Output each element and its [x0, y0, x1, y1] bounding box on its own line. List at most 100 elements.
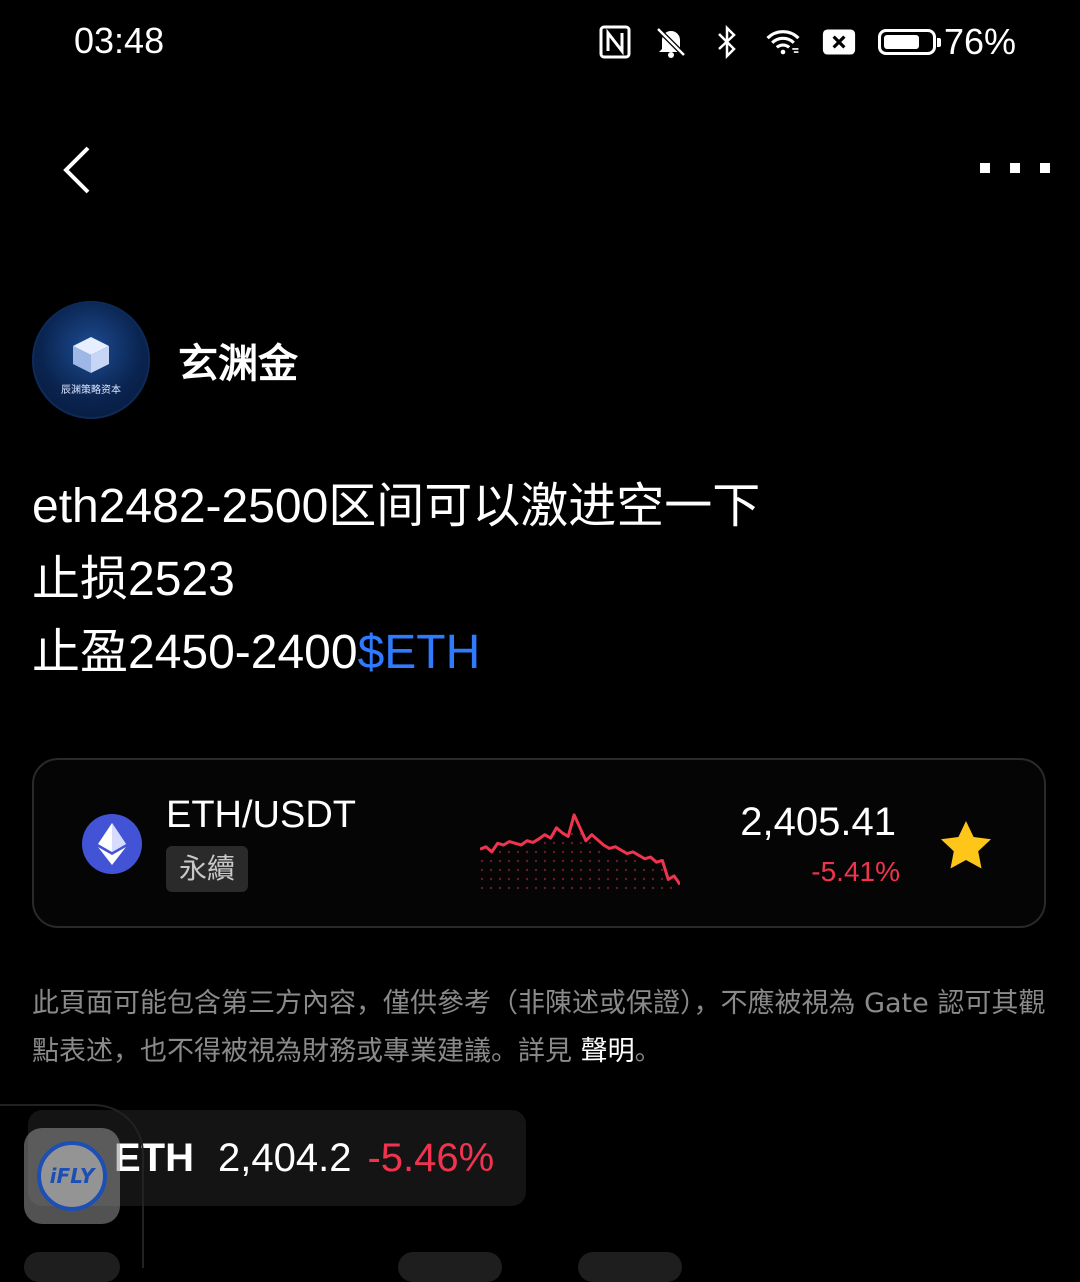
sparkline-fill-dot: [660, 877, 664, 881]
sparkline-fill-dot: [552, 868, 556, 872]
post-line-text: 止盈2450-2400: [32, 626, 358, 679]
sparkline-fill-dot: [498, 868, 502, 872]
sparkline-fill-dot: [516, 886, 520, 890]
disclaimer-link[interactable]: 聲明: [581, 1036, 635, 1067]
sparkline-fill-dot: [480, 868, 484, 872]
battery-percent: 76%: [943, 21, 1016, 62]
bluetooth-icon: [710, 25, 744, 59]
sparkline-fill-dot: [489, 868, 493, 872]
sparkline-fill-dot: [624, 877, 628, 881]
post-line: 止盈2450-2400$ETH: [32, 616, 1052, 689]
sparkline-fill-dot: [651, 877, 655, 881]
disclaimer-text: 此頁面可能包含第三方內容，僅供參考（非陳述或保證），不應被視為 Gate 認可其…: [32, 988, 1046, 1067]
sparkline-fill-dot: [615, 859, 619, 863]
sparkline-fill-dot: [669, 886, 673, 890]
sparkline-fill-dot: [516, 868, 520, 872]
sparkline-fill-dot: [561, 886, 565, 890]
avatar[interactable]: 辰渊策略资本: [32, 301, 150, 419]
sparkline-fill-dot: [561, 877, 565, 881]
sparkline-fill-dot: [507, 877, 511, 881]
sparkline-fill-dot: [606, 868, 610, 872]
sparkline-fill-dot: [579, 850, 583, 854]
market-change: -5.41%: [811, 856, 900, 887]
sparkline-fill-dot: [579, 841, 583, 845]
sparkline-fill-dot: [651, 868, 655, 872]
sparkline-fill-dot: [615, 877, 619, 881]
sparkline-fill-dot: [498, 859, 502, 863]
sparkline-fill-dot: [633, 886, 637, 890]
sparkline-fill-dot: [624, 886, 628, 890]
back-button[interactable]: [50, 140, 110, 200]
eth-tag-link[interactable]: $ETH: [358, 626, 481, 679]
author-name[interactable]: 玄渊金: [178, 331, 298, 389]
sparkline-fill-dot: [534, 877, 538, 881]
ifly-floating-button[interactable]: iFLY: [24, 1128, 120, 1224]
more-button[interactable]: [980, 148, 1050, 188]
sparkline-fill-dot: [642, 886, 646, 890]
market-price: 2,405.41: [740, 800, 896, 844]
sparkline-fill-dot: [606, 859, 610, 863]
cube-logo-icon: [73, 337, 109, 373]
sparkline-fill-dot: [516, 850, 520, 854]
sparkline-fill-dot: [552, 850, 556, 854]
sparkline-fill-dot: [570, 841, 574, 845]
sparkline-fill-dot: [561, 841, 565, 845]
sparkline-fill-dot: [597, 850, 601, 854]
sparkline-fill-dot: [579, 868, 583, 872]
sparkline-fill-dot: [507, 868, 511, 872]
perpetual-badge: 永續: [166, 846, 249, 892]
avatar-text: 辰渊策略资本: [61, 385, 121, 396]
sparkline-fill-dot: [660, 868, 664, 872]
sparkline-fill-dot: [507, 850, 511, 854]
sparkline-fill-dot: [534, 868, 538, 872]
post-body: eth2482-2500区间可以激进空一下 止损2523 止盈2450-2400…: [32, 470, 1052, 689]
sparkline-fill-dot: [633, 859, 637, 863]
sparkline-fill-dot: [642, 868, 646, 872]
sparkline-fill-dot: [561, 859, 565, 863]
sparkline-fill-dot: [489, 877, 493, 881]
ticker-change: -5.46%: [367, 1135, 495, 1180]
sparkline-fill-dot: [507, 886, 511, 890]
sparkline-fill-dot: [498, 877, 502, 881]
sparkline-fill-dot: [552, 841, 556, 845]
disclaimer: 此頁面可能包含第三方內容，僅供參考（非陳述或保證），不應被視為 Gate 認可其…: [32, 980, 1052, 1076]
sparkline-fill-dot: [525, 886, 529, 890]
sparkline-fill-dot: [525, 868, 529, 872]
bottom-action-pill[interactable]: [578, 1252, 682, 1282]
bottom-action-pill[interactable]: [398, 1252, 502, 1282]
ticker-price: 2,404.2: [218, 1135, 352, 1180]
sparkline-fill-dot: [534, 886, 538, 890]
sparkline-fill-dot: [624, 859, 628, 863]
sparkline-chart: [480, 813, 680, 890]
sparkline-fill-dot: [570, 877, 574, 881]
sparkline-fill-dot: [579, 886, 583, 890]
sparkline-fill-dot: [525, 877, 529, 881]
status-icons: 76%: [598, 21, 1016, 62]
sparkline-fill-dot: [597, 868, 601, 872]
disclaimer-end: 。: [634, 1036, 662, 1067]
sparkline-fill-dot: [543, 841, 547, 845]
battery-icon: [877, 29, 941, 55]
sparkline-fill-dot: [633, 868, 637, 872]
sparkline-fill-dot: [615, 868, 619, 872]
nfc-icon: [598, 25, 632, 59]
sparkline-fill-dot: [597, 859, 601, 863]
sparkline-fill-dot: [606, 877, 610, 881]
wifi-icon: [766, 25, 800, 59]
market-card[interactable]: ETH/USDT 永續 2,405.41 -5.41%: [32, 758, 1046, 928]
ifly-logo-icon: iFLY: [37, 1141, 107, 1211]
status-bar: 03:48 76%: [0, 0, 1080, 86]
sparkline-fill-dot: [615, 886, 619, 890]
sparkline-fill-dot: [543, 868, 547, 872]
sparkline-fill-dot: [579, 859, 583, 863]
author-row[interactable]: 辰渊策略资本 玄渊金: [32, 300, 298, 420]
sparkline-fill-dot: [543, 886, 547, 890]
bottom-action-pill[interactable]: [24, 1252, 120, 1282]
sparkline-fill-dot: [561, 868, 565, 872]
sparkline-fill-dot: [588, 868, 592, 872]
sparkline-fill-dot: [570, 832, 574, 836]
sparkline-fill-dot: [552, 859, 556, 863]
post-line: 止损2523: [32, 553, 235, 606]
sparkline-fill-dot: [651, 886, 655, 890]
favorite-star-icon[interactable]: [938, 818, 994, 874]
